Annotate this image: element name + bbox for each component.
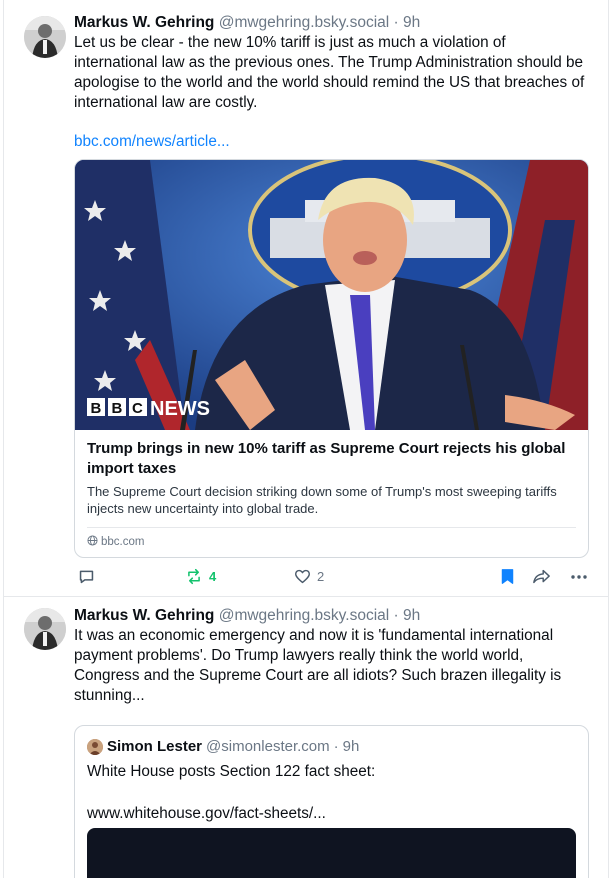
like-button[interactable]: 2 [294,568,324,585]
svg-text:B: B [112,400,123,417]
svg-text:NEWS: NEWS [150,398,210,420]
author-handle[interactable]: @mwgehring.bsky.social [219,607,390,624]
repost-button[interactable]: 4 [185,568,216,585]
more-dots-icon [571,575,587,579]
share-button[interactable] [532,568,551,585]
quote-author-name[interactable]: Simon Lester [107,737,202,757]
card-image: B B C NEWS [75,160,588,430]
quote-time[interactable]: 9h [343,737,360,757]
author-name[interactable]: Markus W. Gehring [74,14,214,31]
share-arrow-icon [533,569,550,584]
card-body: Trump brings in new 10% tariff as Suprem… [75,430,588,557]
post[interactable]: Markus W. Gehring @mwgehring.bsky.social… [4,0,608,597]
post-time[interactable]: 9h [403,607,420,624]
bookmark-icon [501,569,514,584]
quote-author-handle[interactable]: @simonlester.com [206,737,330,757]
quote-header: Simon Lester @simonlester.com · 9h [87,737,576,757]
quote-url[interactable]: www.whitehouse.gov/fact-sheets/... [87,804,576,824]
reply-button[interactable] [78,568,95,585]
post[interactable]: Markus W. Gehring @mwgehring.bsky.social… [4,598,608,878]
separator-dot: · [393,14,399,31]
link-preview-card[interactable]: B B C NEWS Trump brings in new 10% tarif… [74,159,589,558]
card-description: The Supreme Court decision striking down… [87,484,557,516]
post-header: Markus W. Gehring @mwgehring.bsky.social… [74,598,608,626]
quote-text: White House posts Section 122 fact sheet… [87,763,376,780]
post-time[interactable]: 9h [403,14,420,31]
quoted-post[interactable]: Simon Lester @simonlester.com · 9h White… [74,725,589,878]
svg-text:C: C [132,400,143,417]
card-domain-text: bbc.com [101,536,145,548]
avatar[interactable] [24,608,66,650]
quote-image[interactable] [87,828,576,878]
repost-count: 4 [209,569,217,584]
reply-icon [79,570,94,584]
card-domain: bbc.com [87,535,576,549]
author-name[interactable]: Markus W. Gehring [74,607,214,624]
separator-dot: · [393,607,399,624]
like-count: 2 [317,569,325,584]
avatar[interactable] [24,16,66,58]
post-header: Markus W. Gehring @mwgehring.bsky.social… [74,0,608,33]
svg-text:B: B [91,400,102,417]
author-handle[interactable]: @mwgehring.bsky.social [219,14,390,31]
post-actions: 4 2 [78,568,588,588]
post-text: It was an economic emergency and now it … [74,627,562,704]
globe-icon [87,535,98,549]
feed: Markus W. Gehring @mwgehring.bsky.social… [3,0,609,878]
post-link[interactable]: bbc.com/news/article... [74,133,608,151]
bookmark-button[interactable] [500,568,515,585]
separator-dot: · [333,738,339,755]
card-divider [87,527,576,528]
quote-avatar[interactable] [87,739,103,755]
news-photo: B B C NEWS [75,160,588,430]
post-text: Let us be clear - the new 10% tariff is … [74,34,585,111]
more-options-button[interactable] [570,568,588,585]
repost-icon [188,568,200,585]
heart-icon [294,569,311,584]
card-title[interactable]: Trump brings in new 10% tariff as Suprem… [87,439,576,479]
